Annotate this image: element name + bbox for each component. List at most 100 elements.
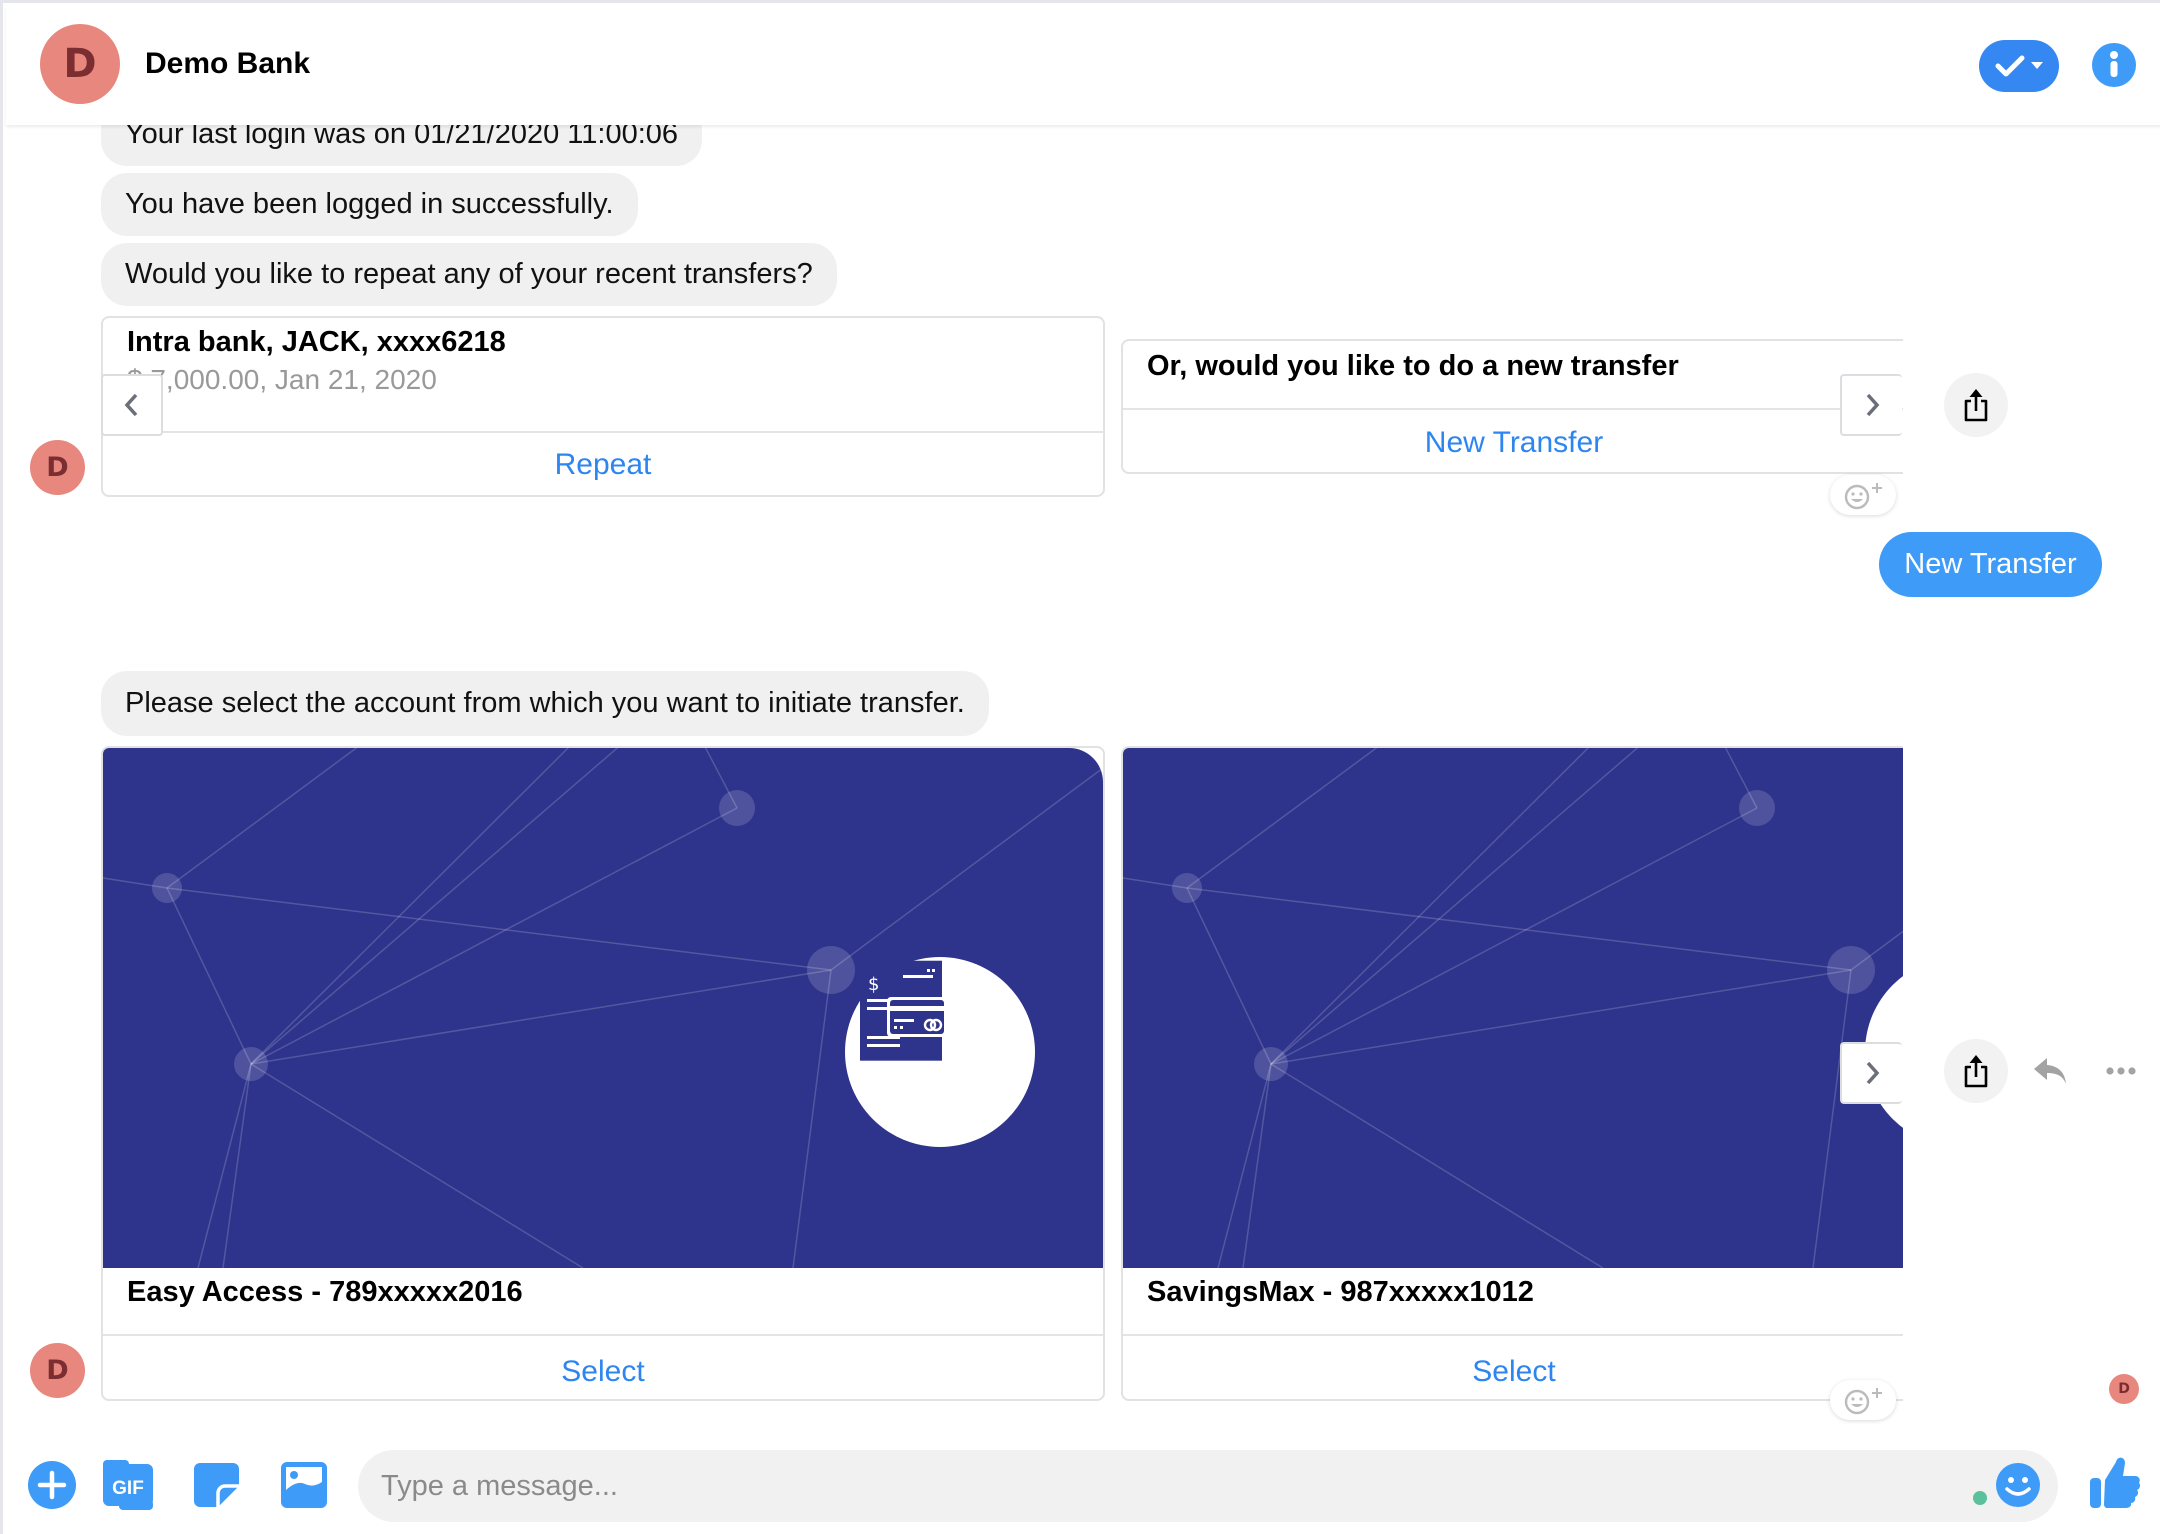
account-title: SavingsMax - 987xxxxx1012 [1147, 1276, 1534, 1308]
network-line [830, 767, 1103, 971]
emoji-add-icon [1844, 483, 1882, 510]
svg-text:$: $ [868, 974, 879, 995]
message-text: Please select the account from which you… [125, 687, 965, 719]
more-dots-icon [2106, 1067, 2136, 1075]
more-actions-button[interactable] [25, 1458, 79, 1512]
account-card-image [1123, 748, 1921, 1268]
more-options-button[interactable] [2103, 1061, 2139, 1081]
thumbs-up-icon [2090, 1457, 2141, 1508]
read-receipt-avatar: D [2109, 1374, 2139, 1404]
network-line [1242, 1063, 1272, 1268]
network-line [1186, 887, 1272, 1065]
carousel-mask [1903, 333, 1933, 483]
mark-done-button[interactable] [1979, 40, 2059, 92]
network-pattern [1123, 748, 1921, 1268]
network-node [152, 873, 182, 903]
sticker-button[interactable] [190, 1458, 244, 1512]
transfer-details: $ 7,000.00, Jan 21, 2020 [127, 364, 437, 395]
card-divider [1123, 408, 1921, 410]
network-node [1254, 1047, 1288, 1081]
message-bubble: Please select the account from which you… [101, 671, 989, 736]
share-icon [1964, 389, 1988, 422]
gif-button[interactable]: GIF [101, 1458, 155, 1512]
bill-credit-card-icon: $ [860, 960, 947, 1061]
message-text: You have been logged in successfully. [125, 188, 614, 220]
network-line [250, 1063, 584, 1268]
page-title[interactable]: Demo Bank [145, 47, 310, 81]
select-account-button[interactable]: Select [103, 1355, 1103, 1389]
add-reaction-button[interactable] [1830, 475, 1896, 515]
network-node [1172, 873, 1202, 903]
chat-header: D Demo Bank [6, 6, 2160, 125]
account-title: Easy Access - 789xxxxx2016 [127, 1276, 523, 1308]
new-transfer-card: Or, would you like to do a new transfer … [1121, 339, 1921, 474]
repeat-button[interactable]: Repeat [103, 448, 1103, 482]
message-bubble: Would you like to repeat any of your rec… [101, 243, 837, 306]
network-line [1186, 748, 1378, 889]
network-line [1270, 1063, 1604, 1268]
network-line [250, 748, 570, 1065]
network-line [197, 1063, 252, 1268]
share-icon [1964, 1055, 1988, 1088]
network-line [1217, 1063, 1272, 1268]
carousel-next-button[interactable] [1840, 1042, 1902, 1104]
network-line [1270, 969, 1852, 1065]
select-account-button[interactable]: Select [1123, 1355, 1905, 1389]
network-node [1739, 790, 1775, 826]
account-card: $ Easy Access - 789xxxxx2016 Select [101, 746, 1105, 1401]
emoji-add-icon [1844, 1388, 1882, 1415]
reply-button[interactable] [2031, 1055, 2071, 1087]
info-icon [2110, 51, 2118, 77]
message-input[interactable] [358, 1450, 2058, 1522]
recent-transfer-card: Intra bank, JACK, xxxx6218 $ 7,000.00, J… [101, 316, 1105, 497]
network-node [719, 790, 755, 826]
dropdown-caret-icon [2031, 62, 2043, 69]
like-button[interactable] [2087, 1452, 2143, 1512]
network-line [1186, 887, 1852, 971]
add-reaction-button[interactable] [1830, 1380, 1896, 1420]
carousel-mask [1903, 738, 1943, 1408]
online-status-dot [1973, 1491, 1987, 1505]
share-button[interactable] [1944, 1039, 2008, 1103]
share-button[interactable] [1944, 373, 2008, 437]
transfer-title: Intra bank, JACK, xxxx6218 [127, 326, 506, 358]
user-message-text: New Transfer [1904, 548, 2077, 580]
network-line [1812, 969, 1852, 1268]
image-icon [281, 1462, 327, 1508]
card-divider [1123, 1334, 1921, 1336]
network-line [250, 969, 832, 1065]
new-transfer-button[interactable]: New Transfer [1123, 426, 1905, 460]
account-icon-circle: $ [845, 957, 1035, 1147]
plus-icon [28, 1461, 76, 1509]
network-node [234, 1047, 268, 1081]
reply-icon [2034, 1058, 2066, 1084]
network-line [166, 887, 252, 1065]
account-card: SavingsMax - 987xxxxx1012 Select [1121, 746, 1921, 1401]
page-avatar[interactable]: D [40, 24, 120, 104]
gif-icon: GIF [103, 1460, 153, 1510]
emoji-button[interactable] [1991, 1458, 2045, 1512]
network-line [166, 748, 358, 889]
chevron-right-icon [1866, 393, 1880, 417]
carousel-prev-button[interactable] [101, 374, 163, 436]
network-line [1270, 807, 1758, 1065]
user-message-bubble: New Transfer [1879, 532, 2102, 597]
sticker-icon [194, 1463, 239, 1507]
info-button[interactable] [2092, 43, 2136, 87]
account-card-image: $ [103, 748, 1103, 1268]
message-bubble: You have been logged in successfully. [101, 173, 638, 236]
network-node [1827, 946, 1875, 994]
network-line [166, 887, 832, 971]
chevron-right-icon [1866, 1061, 1880, 1085]
emoji-icon [1996, 1463, 2040, 1507]
carousel-next-button[interactable] [1840, 374, 1902, 436]
network-line [792, 969, 832, 1268]
messenger-window: D Demo Bank Your last login was on 01/21… [0, 0, 2160, 1534]
bot-avatar[interactable]: D [30, 1343, 85, 1398]
check-icon [1995, 55, 2025, 77]
network-line [250, 807, 738, 1065]
bot-avatar[interactable]: D [30, 440, 85, 495]
card-divider [103, 431, 1103, 433]
network-line [1270, 748, 1590, 1065]
photo-button[interactable] [277, 1458, 331, 1512]
